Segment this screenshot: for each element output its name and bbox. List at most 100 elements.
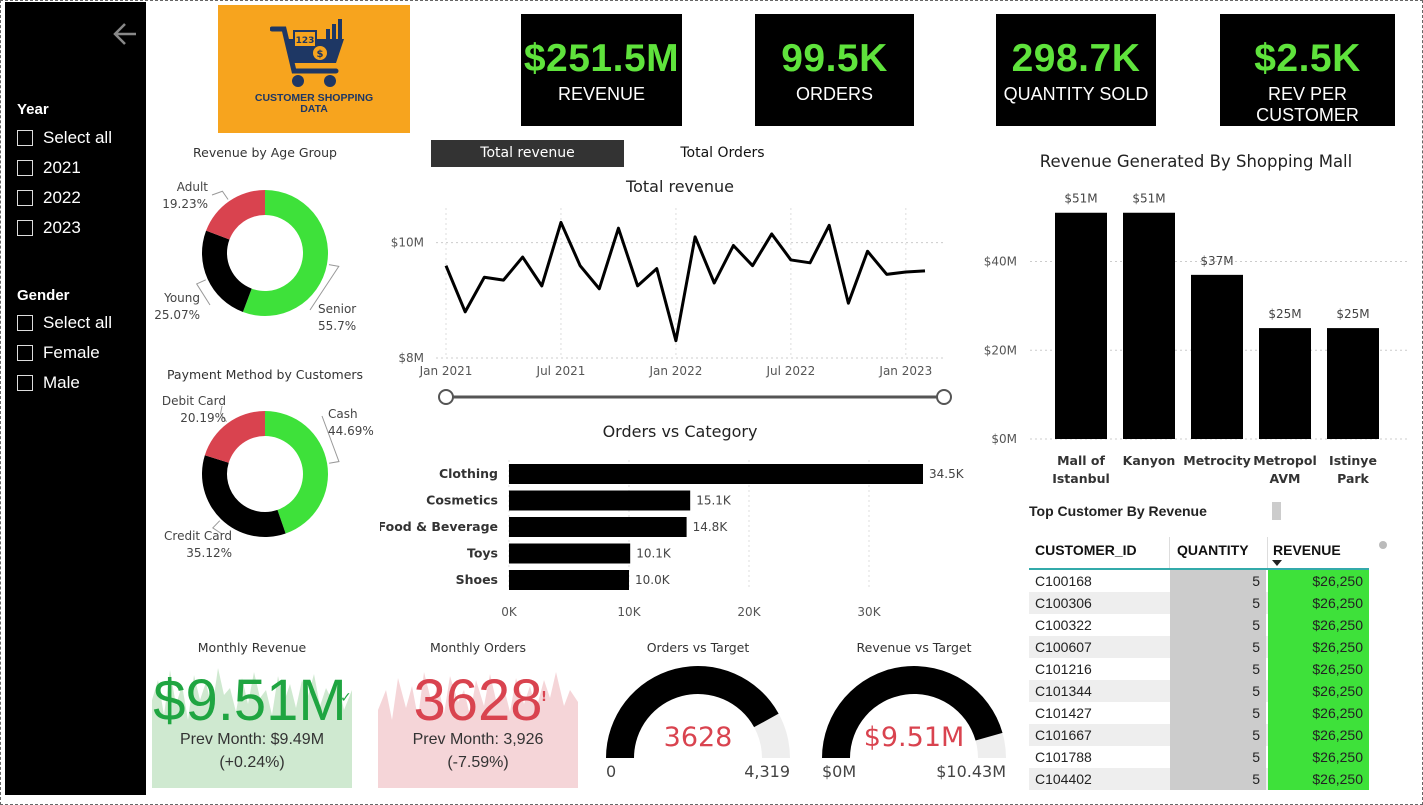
cell-quantity: 5: [1170, 680, 1266, 702]
checkmark-icon: ✓: [340, 690, 352, 706]
monthly-revenue-title: Monthly Revenue: [197, 640, 307, 655]
logo: 123 $ CUSTOMER SHOPPING DATA: [218, 5, 410, 133]
cell-customer-id: C100322: [1035, 617, 1092, 633]
cell-customer-id: C101667: [1035, 727, 1092, 743]
age-group-donut-chart[interactable]: Senior 55.7% Young 25.07% Adult 19.23%: [150, 165, 380, 340]
column-header-customer-id[interactable]: CUSTOMER_ID: [1035, 542, 1137, 558]
x-tick-label: Jul 2021: [536, 364, 586, 378]
kpi-rev-per-customer-card: $2.5K REV PER CUSTOMER: [1220, 14, 1395, 126]
gender-option-label: Select all: [43, 313, 112, 332]
mall-bar[interactable]: [1327, 328, 1379, 439]
category-bar[interactable]: [509, 517, 687, 537]
kpi-quantity-value: 298.7K: [1011, 37, 1141, 80]
back-arrow-icon[interactable]: [108, 16, 144, 52]
monthly-orders-title: Monthly Orders: [429, 640, 527, 655]
column-header-quantity[interactable]: QUANTITY: [1177, 542, 1249, 558]
category-bar[interactable]: [509, 570, 629, 590]
mall-bar[interactable]: [1123, 212, 1175, 439]
payment-method-donut-chart[interactable]: Cash 44.69% Credit Card 35.12% Debit Card 20.…: [150, 388, 380, 568]
category-bar[interactable]: [509, 543, 631, 564]
revenue-by-mall-bar-chart[interactable]: Revenue Generated By Shopping Mall $40M $2…: [975, 145, 1415, 495]
svg-text:123: 123: [296, 36, 315, 46]
gauge-value: 3628: [664, 722, 733, 753]
year-option[interactable]: Select all: [17, 123, 112, 153]
cell-revenue: $26,250: [1268, 768, 1369, 790]
bar-data-label: $37M: [1200, 254, 1233, 268]
category-label: Cosmetics: [426, 493, 498, 508]
checkbox-icon[interactable]: [17, 190, 33, 206]
scrollbar-dot[interactable]: [1379, 541, 1387, 549]
gender-option[interactable]: Select all: [17, 308, 112, 338]
kpi-revenue-card: $251.5M REVENUE: [521, 14, 682, 126]
revenue-line[interactable]: [444, 220, 926, 343]
cell-quantity: 5: [1170, 768, 1266, 790]
gender-option[interactable]: Female: [17, 338, 112, 368]
bar-data-label: $25M: [1268, 307, 1301, 321]
mall-bar[interactable]: [1191, 274, 1243, 439]
orders-vs-category-bar-chart[interactable]: Orders vs Category 0K 10K 20K 30K Clothing 34.…: [380, 418, 980, 626]
chart-title: Orders vs Category: [603, 422, 758, 441]
bar-data-label: $51M: [1132, 192, 1165, 206]
category-bar[interactable]: [509, 464, 923, 484]
x-category-label: Park: [1337, 471, 1369, 486]
tab-total-revenue[interactable]: Total revenue: [431, 140, 624, 167]
checkbox-icon[interactable]: [17, 220, 33, 236]
year-option[interactable]: 2022: [17, 183, 112, 213]
cell-revenue: $26,250: [1268, 614, 1369, 636]
total-revenue-line-chart[interactable]: Total revenue $10M $8MJan 2021 Jul 2021 Jan …: [380, 170, 970, 415]
x-category-label: Metrocity: [1183, 453, 1250, 468]
year-option-label: 2022: [43, 188, 81, 207]
kpi-quantity-card: 298.7K QUANTITY SOLD: [996, 14, 1156, 126]
tab-total-orders[interactable]: Total Orders: [626, 140, 819, 167]
x-category-label: Mall of: [1057, 453, 1105, 468]
table-scroll-indicator[interactable]: [1272, 502, 1281, 520]
x-tick-label: Jul 2022: [765, 364, 815, 378]
bar-data-label: 34.5K: [929, 467, 965, 481]
y-tick-label: $0M: [991, 432, 1017, 446]
gauge-min-label: $0M: [822, 762, 856, 781]
cell-customer-id: C101344: [1035, 683, 1092, 699]
donut-slice[interactable]: [206, 190, 265, 240]
gauge-min-label: 0: [606, 762, 616, 781]
range-slider-start-handle[interactable]: [438, 389, 454, 405]
logo-text-line2: DATA: [300, 103, 328, 115]
checkbox-icon[interactable]: [17, 130, 33, 146]
checkbox-icon[interactable]: [17, 160, 33, 176]
checkbox-icon[interactable]: [17, 315, 33, 331]
year-option[interactable]: 2023: [17, 213, 112, 243]
column-header-revenue[interactable]: REVENUE: [1273, 542, 1341, 558]
gender-option-label: Female: [43, 343, 100, 362]
monthly-revenue-prev: Prev Month: $9.49M: [179, 731, 325, 748]
x-category-label: Istinye: [1329, 453, 1377, 468]
category-label: Toys: [467, 546, 498, 561]
mall-bar[interactable]: [1259, 328, 1311, 439]
orders-vs-target-gauge[interactable]: 3628 0 4,319: [598, 660, 798, 790]
cell-revenue: $26,250: [1268, 592, 1369, 614]
monthly-revenue-change: (+0.24%): [219, 754, 285, 771]
y-tick-label: $40M: [984, 255, 1017, 269]
chart-title: Revenue Generated By Shopping Mall: [1040, 152, 1352, 171]
gender-option[interactable]: Male: [17, 368, 112, 398]
category-label: Clothing: [439, 466, 498, 481]
mall-bar[interactable]: [1055, 212, 1107, 439]
kpi-revenue-label: REVENUE: [557, 84, 646, 104]
revenue-vs-target-gauge[interactable]: $9.51M $0M $10.43M: [814, 660, 1014, 790]
year-option[interactable]: 2021: [17, 153, 112, 183]
age-donut-title: Revenue by Age Group: [193, 145, 337, 160]
checkbox-icon[interactable]: [17, 345, 33, 361]
bar-data-label: 10.1K: [636, 547, 672, 561]
column-divider: [1267, 537, 1268, 569]
sort-desc-icon[interactable]: [1272, 560, 1282, 566]
donut-slice[interactable]: [202, 455, 286, 537]
slice-pct-label: 20.19%: [180, 411, 226, 425]
range-slider-end-handle[interactable]: [936, 389, 952, 405]
kpi-orders-card: 99.5K ORDERS: [755, 14, 914, 126]
cell-quantity: 5: [1170, 724, 1266, 746]
top-customer-title: Top Customer By Revenue: [1029, 503, 1207, 519]
kpi-rev-per-customer-value: $2.5K: [1254, 37, 1361, 80]
orders-gauge-title: Orders vs Target: [646, 640, 750, 655]
svg-text:$: $: [317, 49, 324, 60]
checkbox-icon[interactable]: [17, 375, 33, 391]
category-bar[interactable]: [509, 490, 691, 511]
donut-slice[interactable]: [201, 230, 252, 313]
